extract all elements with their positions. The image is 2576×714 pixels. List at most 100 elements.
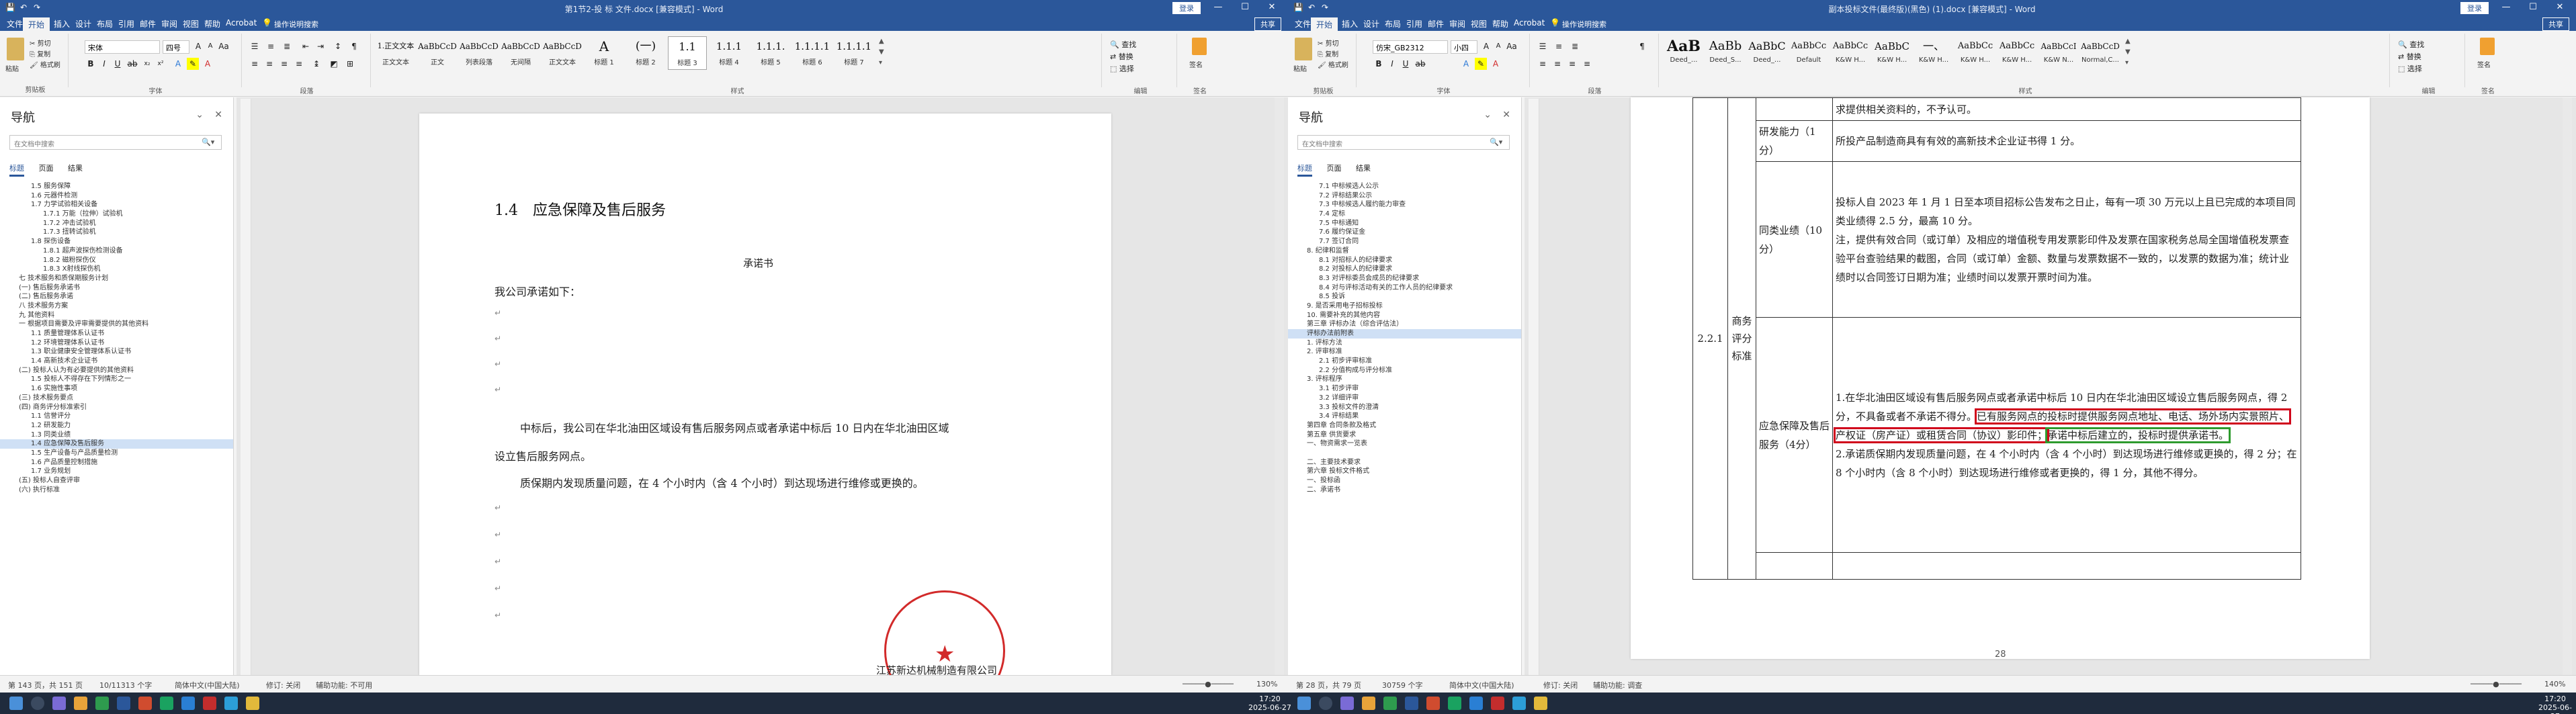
status-accessibility[interactable]: 辅助功能: 不可用 [316, 680, 372, 690]
tab-review[interactable]: 审阅 [1449, 18, 1465, 30]
folder-icon[interactable] [246, 697, 259, 710]
nav-heading-item[interactable]: 1.6 产品质量控制措施 [0, 458, 233, 467]
nav-search-input[interactable]: 在文档中搜索 [9, 135, 222, 150]
highlight-icon[interactable]: ✎ [1475, 58, 1487, 70]
share-button[interactable]: 共享 [2542, 17, 2569, 31]
strikethrough-icon[interactable]: ab [126, 58, 138, 70]
cut-button[interactable]: ✂ 剪切 [30, 38, 51, 48]
nav-heading-item[interactable]: (二) 售后服务承诺 [0, 292, 233, 302]
bullets-icon[interactable]: ☰ [249, 40, 261, 52]
nav-heading-item[interactable]: 1.5 投标人不得存在下列情形之一 [0, 375, 233, 384]
multilevel-list-icon[interactable]: ≣ [281, 40, 293, 52]
font-color-icon[interactable]: A [1490, 58, 1502, 70]
status-track-changes[interactable]: 修订: 关闭 [1543, 680, 1578, 690]
status-accessibility[interactable]: 辅助功能: 调查 [1593, 680, 1642, 690]
wechat-icon[interactable] [160, 697, 173, 710]
sign-icon[interactable] [2480, 38, 2495, 55]
word-icon[interactable] [1405, 697, 1418, 710]
nav-heading-item[interactable]: 1.5 生产设备与产品质量检测 [0, 449, 233, 458]
style-gallery-item[interactable]: AaBbCcD Normal,C... [2081, 36, 2120, 70]
style-gallery-item[interactable]: AaBbCcI K&W N... [2039, 36, 2078, 70]
style-gallery-item[interactable]: AaBbCcD 正文文本 [543, 36, 582, 70]
clock-left[interactable]: 17:20 2025-06-27 [1248, 695, 1291, 712]
nav-heading-item[interactable]: 3.3 投标文件的澄清 [1288, 403, 1521, 412]
app-icon[interactable] [95, 697, 109, 710]
font-size-box[interactable]: 小四 [1451, 40, 1477, 54]
italic-icon[interactable]: I [1386, 58, 1398, 70]
sign-icon[interactable] [1192, 38, 1207, 55]
status-page[interactable]: 第 28 页，共 79 页 [1296, 680, 1361, 690]
tab-design[interactable]: 设计 [75, 18, 91, 30]
nav-heading-item[interactable]: 1.5 服务保障 [0, 182, 233, 191]
underline-icon[interactable]: U [112, 58, 124, 70]
style-gallery-item[interactable]: A 标题 1 [585, 36, 624, 70]
nav-heading-item[interactable]: 1.1 质量管理体系认证书 [0, 329, 233, 339]
start-icon[interactable] [1297, 697, 1311, 710]
nav-heading-item[interactable]: 2.1 初步评审标准 [1288, 357, 1521, 366]
bullets-icon[interactable]: ☰ [1537, 40, 1549, 52]
nav-heading-item[interactable]: 3.1 初步评审 [1288, 384, 1521, 394]
nav-heading-item[interactable]: (五) 投标人自查评审 [0, 476, 233, 486]
style-gallery-item[interactable]: AaBbC K&W H... [1873, 36, 1912, 70]
numbering-icon[interactable]: ≡ [1553, 40, 1565, 52]
nav-heading-item[interactable]: 第四章 合同条款及格式 [1288, 421, 1521, 431]
nav-options-icon[interactable]: ⌄ [1484, 109, 1492, 120]
nav-heading-item[interactable]: 10. 需要补充的其他内容 [1288, 311, 1521, 320]
tab-view[interactable]: 视图 [1471, 18, 1487, 30]
justify-icon[interactable]: ≡ [293, 58, 305, 70]
tab-home[interactable]: 开始 [1311, 17, 1338, 31]
style-gallery-item[interactable]: AaBb Deed_S... [1706, 36, 1745, 70]
nav-heading-item[interactable]: 第三章 评标办法（综合评估法） [1288, 320, 1521, 329]
nav-heading-item[interactable]: 2. 评审标准 [1288, 347, 1521, 357]
select-button[interactable]: ⬚ 选择 [1110, 63, 1134, 74]
nav-heading-item[interactable]: 7.4 定标 [1288, 210, 1521, 219]
nav-heading-item[interactable]: 1.4 高新技术企业证书 [0, 357, 233, 366]
nav-heading-item[interactable]: 7.5 中标通知 [1288, 219, 1521, 228]
style-gallery-item[interactable]: 1.1.1.1 标题 7 [834, 36, 873, 70]
nav-heading-item[interactable]: (六) 执行标准 [0, 486, 233, 495]
nav-heading-item[interactable]: 1.7.2 冲击试验机 [0, 219, 233, 228]
nav-search-input[interactable]: 在文档中搜索 [1297, 135, 1510, 150]
borders-icon[interactable]: ⊞ [344, 58, 356, 70]
style-gallery-item[interactable]: AaBbCcD 列表段落 [460, 36, 499, 70]
nav-heading-item[interactable]: 二、主要技术要求 [1288, 458, 1521, 467]
nav-heading-item[interactable]: 8. 纪律和监督 [1288, 247, 1521, 256]
tab-mailings[interactable]: 邮件 [1428, 18, 1444, 30]
align-center-icon[interactable]: ≡ [263, 58, 275, 70]
nav-heading-item[interactable]: 八 技术服务方案 [0, 302, 233, 311]
taskview-icon[interactable] [52, 697, 66, 710]
acrobat-icon[interactable] [1491, 697, 1504, 710]
align-right-icon[interactable]: ≡ [1566, 58, 1578, 70]
nav-heading-item[interactable]: 7.1 中标候选人公示 [1288, 182, 1521, 191]
font-name-box[interactable]: 宋体 [85, 40, 160, 54]
find-button[interactable]: 🔍 查找 [1110, 39, 1136, 50]
nav-heading-item[interactable]: 七 技术服务和质保期服务计划 [0, 274, 233, 283]
app-icon[interactable] [1362, 697, 1375, 710]
nav-heading-item[interactable]: 一、物资需求一览表 [1288, 439, 1521, 449]
style-gallery-item[interactable]: (一) 标题 2 [626, 36, 665, 70]
strikethrough-icon[interactable]: ab [1414, 58, 1426, 70]
tab-acrobat[interactable]: Acrobat [226, 18, 257, 28]
format-painter-button[interactable]: 🖌 格式刷 [30, 59, 60, 69]
nav-heading-item[interactable]: 1.8.1 超声波探伤检测设备 [0, 247, 233, 256]
nav-heading-item[interactable]: 2.2 分值构成与评分标准 [1288, 366, 1521, 375]
word-icon[interactable] [117, 697, 130, 710]
numbering-icon[interactable]: ≡ [265, 40, 277, 52]
style-gallery-item[interactable]: AaBbCc K&W H... [1998, 36, 2036, 70]
tab-view[interactable]: 视图 [183, 18, 199, 30]
nav-heading-item[interactable]: 1.1 信誉评分 [0, 412, 233, 421]
vertical-scrollbar[interactable] [1275, 97, 1284, 675]
document-page[interactable]: 2.2.1 商务评分标准 求提供相关资料的，不予认可。 研发能力（1分） 所投产… [1631, 97, 2370, 660]
tab-home[interactable]: 开始 [23, 17, 50, 31]
maximize-icon[interactable]: ☐ [1232, 2, 1258, 12]
status-words[interactable]: 30759 个字 [1382, 680, 1423, 690]
paste-button[interactable]: 粘贴 [5, 63, 19, 73]
paste-icon[interactable] [1295, 38, 1312, 60]
search-icon[interactable] [31, 697, 44, 710]
decrease-indent-icon[interactable]: ⇤ [300, 40, 312, 52]
nav-heading-item[interactable]: 第五章 供货要求 [1288, 431, 1521, 440]
nav-heading-item[interactable]: 7.2 评标结果公示 [1288, 191, 1521, 201]
folder-icon[interactable] [1534, 697, 1547, 710]
underline-icon[interactable]: U [1400, 58, 1412, 70]
text-effects-icon[interactable]: A [172, 58, 184, 70]
